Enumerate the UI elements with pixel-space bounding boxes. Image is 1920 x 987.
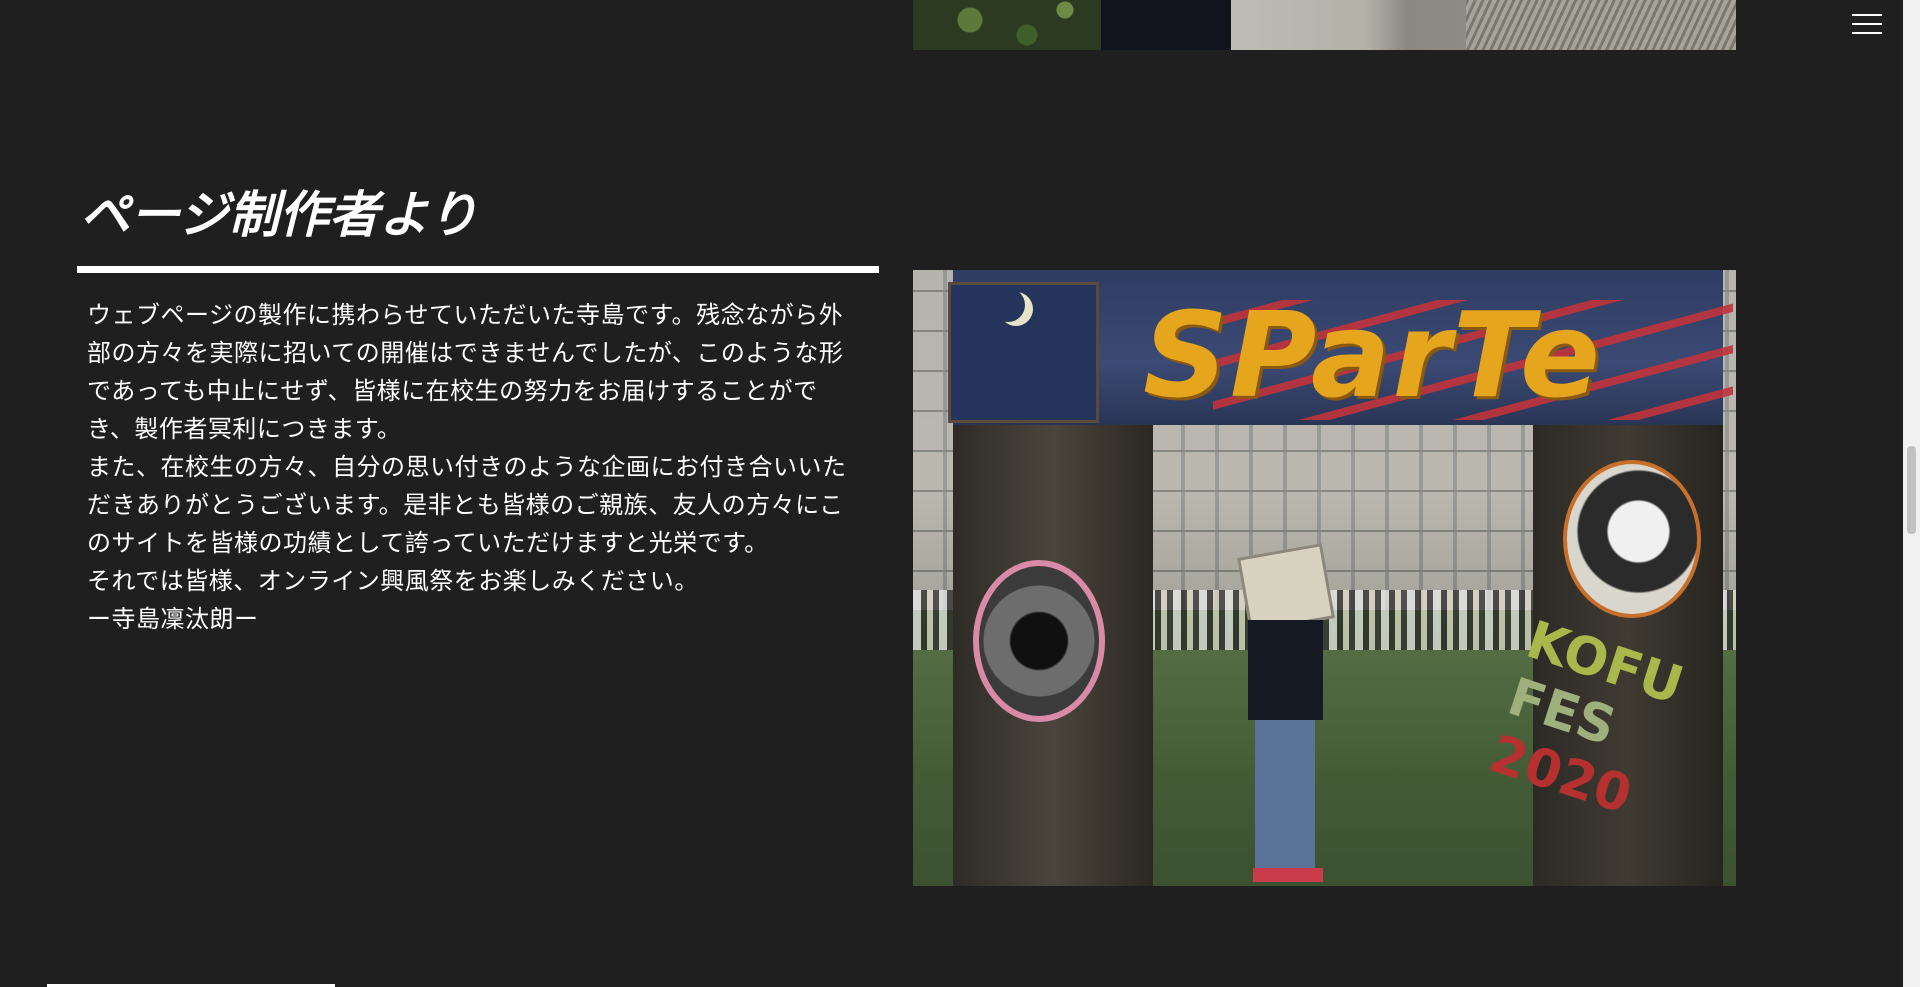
author-signature: ー寺島凜汰朗ー	[87, 605, 259, 633]
title-underline	[77, 266, 879, 273]
message-paragraph: ウェブページの製作に携わらせていただいた寺島です。残念ながら外部の方々を実際に招…	[87, 301, 844, 443]
photo-grate	[1466, 0, 1736, 50]
vertical-scrollbar[interactable]	[1903, 0, 1920, 987]
page: ページ制作者より ウェブページの製作に携わらせていただいた寺島です。残念ながら外…	[0, 0, 1920, 987]
gate-pegasus-painting	[1563, 460, 1701, 618]
person-torso	[1248, 620, 1323, 720]
photo-person	[1233, 543, 1335, 886]
message-paragraph: また、在校生の方々、自分の思い付きのような企画にお付き合いいただきありがとうござ…	[87, 453, 847, 557]
message-paragraph: それでは皆様、オンライン興風祭をお楽しみください。	[87, 567, 699, 595]
person-shoes	[1253, 868, 1323, 882]
previous-section-photo	[913, 0, 1736, 50]
section-title: ページ制作者より	[80, 185, 478, 244]
festival-gate-photo: SParTe KOFU FES 2020	[913, 270, 1736, 886]
person-legs	[1255, 720, 1315, 870]
menu-line	[1852, 14, 1882, 16]
author-message: ウェブページの製作に携わらせていただいた寺島です。残念ながら外部の方々を実際に招…	[87, 296, 857, 638]
menu-line	[1852, 32, 1882, 34]
gate-eye-painting	[973, 560, 1105, 722]
gate-sign-text: SParTe	[1143, 286, 1603, 424]
photo-figure	[1101, 0, 1231, 50]
photo-foliage	[913, 0, 1103, 50]
hamburger-menu-icon[interactable]	[1852, 12, 1882, 36]
menu-line	[1852, 23, 1882, 25]
moon-icon	[991, 288, 1025, 322]
scrollbar-thumb[interactable]	[1907, 446, 1916, 534]
